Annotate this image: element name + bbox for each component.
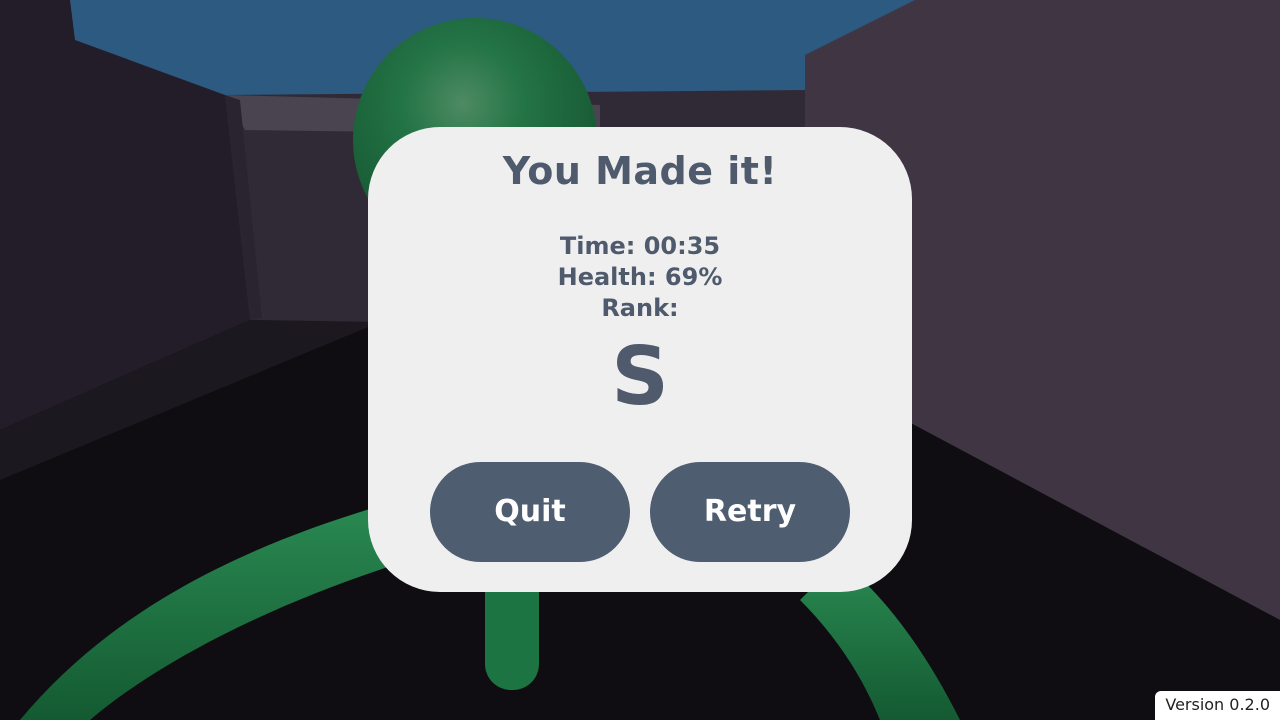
retry-button[interactable]: Retry xyxy=(650,462,850,562)
rank-label: Rank: xyxy=(601,294,679,322)
health-stat: Health: 69% xyxy=(557,263,723,291)
quit-button[interactable]: Quit xyxy=(430,462,630,562)
result-title: You Made it! xyxy=(502,149,778,193)
stats-block: Time: 00:35 Health: 69% Rank: xyxy=(368,231,912,324)
version-label: Version 0.2.0 xyxy=(1155,691,1280,720)
result-panel: You Made it! Time: 00:35 Health: 69% Ran… xyxy=(368,127,912,592)
time-stat: Time: 00:35 xyxy=(559,232,721,260)
rank-grade: S xyxy=(611,330,669,423)
